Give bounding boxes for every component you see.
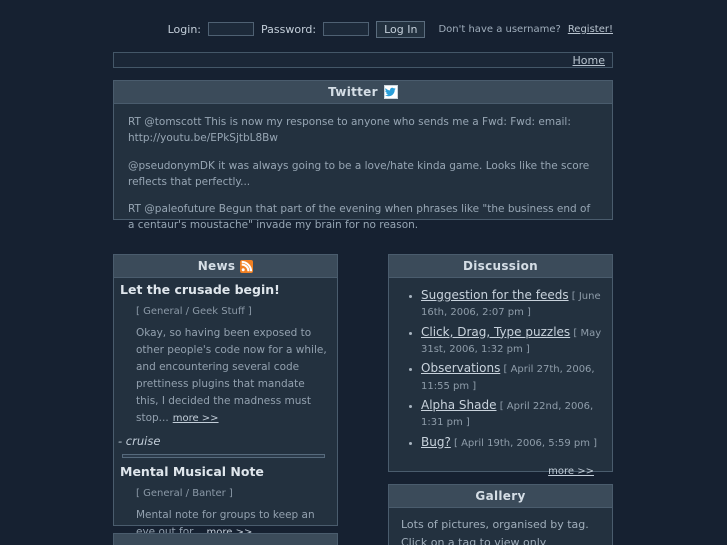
news-item-divider: [122, 454, 325, 459]
discussion-panel-header: Discussion: [389, 255, 612, 278]
twitter-panel: Twitter RT @tomscott This is now my resp…: [113, 80, 613, 231]
news-item-excerpt-text: Okay, so having been exposed to other pe…: [136, 327, 327, 425]
news-item: Let the crusade begin! [ General / Geek …: [114, 278, 337, 459]
tweet-item: RT @tomscott This is now my response to …: [128, 116, 571, 145]
news-item-category: [ General / Geek Stuff ]: [136, 305, 252, 317]
discussion-more-row: more >>: [399, 453, 602, 480]
list-item: Bug? [ April 19th, 2006, 5:59 pm ]: [421, 433, 602, 452]
gallery-panel-header: Gallery: [389, 485, 612, 508]
discussion-link[interactable]: Observations: [421, 361, 500, 375]
login-input[interactable]: [208, 22, 254, 36]
twitter-bird-icon[interactable]: [383, 85, 398, 99]
list-item: Click, Drag, Type puzzles [ May 31st, 20…: [421, 323, 602, 359]
twitter-panel-title: Twitter: [328, 85, 378, 99]
news-panel-header: News: [114, 255, 337, 278]
news-panel: News Let the crusade begin! [ General / …: [113, 254, 338, 538]
login-bar: Login: Password: Log In Don't have a use…: [113, 18, 613, 40]
discussion-link[interactable]: Bug?: [421, 435, 451, 449]
news-panel-body: Let the crusade begin! [ General / Geek …: [114, 278, 337, 545]
gallery-description: Lots of pictures, organised by tag. Clic…: [401, 518, 589, 545]
log-in-button[interactable]: Log In: [376, 20, 426, 38]
nav-home-link[interactable]: Home: [573, 54, 605, 67]
discussion-list: Suggestion for the feeds [ June 16th, 20…: [399, 286, 602, 452]
below-fold-panel-header: [114, 534, 337, 545]
gallery-panel-body: Lots of pictures, organised by tag. Clic…: [389, 508, 612, 545]
discussion-panel-title: Discussion: [462, 259, 539, 273]
nav-bar: Home: [113, 52, 613, 68]
password-label: Password:: [261, 22, 317, 36]
rss-feed-icon[interactable]: [240, 259, 254, 273]
gallery-panel: Gallery Lots of pictures, organised by t…: [388, 484, 613, 545]
news-item-category: [ General / Banter ]: [136, 487, 233, 499]
discussion-panel: Discussion Suggestion for the feeds [ Ju…: [388, 254, 613, 477]
discussion-link[interactable]: Click, Drag, Type puzzles: [421, 325, 570, 339]
twitter-panel-body: RT @tomscott This is now my response to …: [114, 104, 612, 244]
list-item: Observations [ April 27th, 2006, 11:55 p…: [421, 359, 602, 395]
gallery-panel-title: Gallery: [475, 489, 526, 503]
register-link[interactable]: Register!: [568, 24, 613, 35]
twitter-panel-header: Twitter: [114, 81, 612, 104]
news-item-title[interactable]: Let the crusade begin!: [114, 278, 337, 300]
list-item: Alpha Shade [ April 22nd, 2006, 1:31 pm …: [421, 396, 602, 432]
discussion-meta: [ April 19th, 2006, 5:59 pm ]: [454, 437, 598, 449]
news-item-more-link[interactable]: more >>: [173, 413, 219, 424]
discussion-more-link[interactable]: more >>: [548, 466, 594, 477]
page-root: Login: Password: Log In Don't have a use…: [0, 0, 727, 545]
register-prompt: Don't have a username?: [438, 23, 561, 35]
news-item-author: - cruise: [118, 434, 161, 449]
news-panel-title: News: [197, 259, 236, 273]
tweet-item: @pseudonymDK it was always going to be a…: [128, 159, 590, 188]
news-item-title[interactable]: Mental Musical Note: [114, 460, 337, 482]
password-input[interactable]: [323, 22, 370, 36]
list-item: Suggestion for the feeds [ June 16th, 20…: [421, 286, 602, 322]
news-item-excerpt: Okay, so having been exposed to other pe…: [114, 325, 337, 433]
login-label: Login:: [167, 22, 201, 36]
below-fold-panel: [113, 533, 338, 545]
tweet-item: RT @paleofuture Begun that part of the e…: [128, 203, 591, 232]
discussion-link[interactable]: Alpha Shade: [421, 398, 497, 412]
discussion-panel-body: Suggestion for the feeds [ June 16th, 20…: [389, 278, 612, 485]
discussion-link[interactable]: Suggestion for the feeds: [421, 288, 569, 302]
